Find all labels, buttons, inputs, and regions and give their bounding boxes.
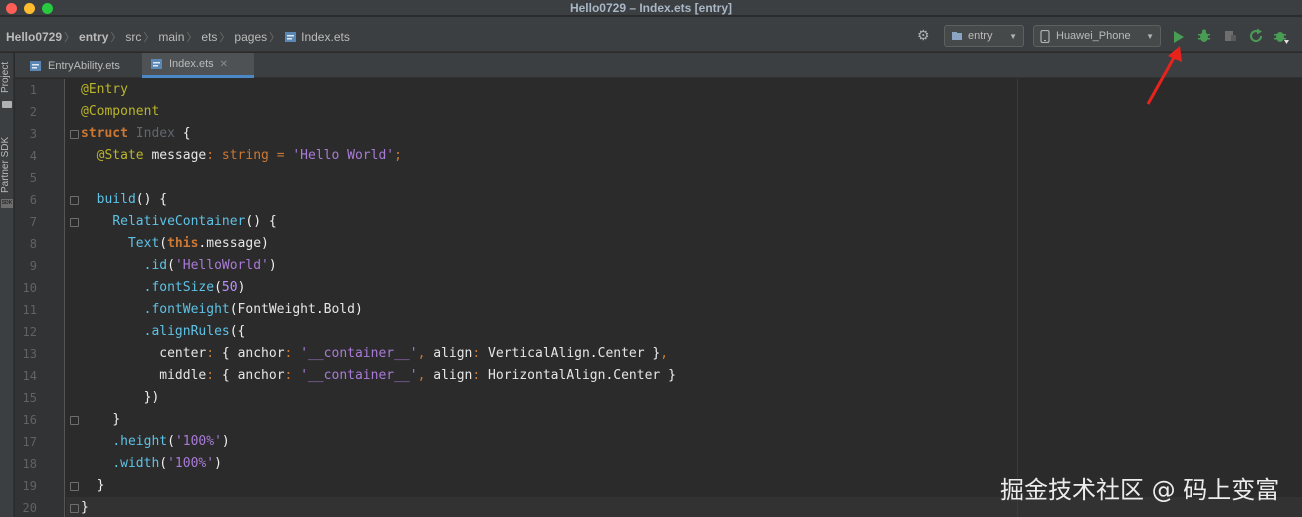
code-line: middle: { anchor: '__container__', align… (159, 368, 676, 383)
module-icon (952, 32, 962, 40)
fold-marker-icon[interactable] (70, 504, 79, 513)
editor-tab-bar: EntryAbility.ets Index.ets ✕ (15, 53, 1302, 78)
ets-file-icon (151, 59, 162, 69)
phone-icon (1040, 29, 1050, 43)
line-number: 15 (22, 391, 37, 405)
chevron-right-icon: 〉 (143, 32, 155, 44)
line-number: 1 (29, 83, 37, 97)
project-tool-button[interactable]: Project (0, 62, 11, 93)
code-line: .fontWeight(FontWeight.Bold) (143, 302, 363, 317)
ets-file-icon (285, 32, 297, 42)
line-number-gutter (15, 79, 65, 517)
tab-label: EntryAbility.ets (48, 59, 120, 72)
tool-window-strip: Project Partner SDK SDK (0, 53, 14, 517)
code-line: struct Index { (81, 126, 191, 141)
watermark: 掘金技术社区 @ 码上变富 (1000, 476, 1280, 504)
title-bar: Hello0729 – Index.ets [entry] (0, 0, 1302, 16)
code-line: .width('100%') (112, 456, 222, 471)
profile-icon[interactable] (1222, 28, 1238, 44)
code-line: @Entry (81, 82, 128, 97)
code-line: } (112, 412, 121, 427)
code-line: .fontSize(50) (143, 280, 246, 295)
breadcrumb-project[interactable]: Hello0729 (6, 30, 62, 44)
tab-label: Index.ets (169, 58, 214, 70)
fold-marker-icon[interactable] (70, 482, 79, 491)
chevron-down-icon: ▼ (1009, 31, 1017, 41)
breadcrumb-main[interactable]: main (158, 30, 184, 44)
line-number: 19 (22, 479, 37, 493)
ets-file-icon (30, 60, 41, 71)
breadcrumb-ets[interactable]: ets (201, 30, 217, 44)
module-select[interactable]: entry ▼ (944, 25, 1024, 47)
line-number: 5 (29, 171, 37, 185)
chevron-right-icon: 〉 (64, 32, 76, 44)
breadcrumb-src[interactable]: src (125, 30, 141, 44)
fold-marker-icon[interactable] (70, 196, 79, 205)
line-number: 18 (22, 457, 37, 471)
line-number: 13 (22, 347, 37, 361)
navigation-bar: Hello0729 〉 entry 〉 src 〉 main 〉 ets 〉 pages 〉… (0, 17, 1302, 52)
line-number: 20 (22, 501, 37, 515)
code-line: @State message: string = 'Hello World'; (96, 148, 402, 163)
code-line: } (81, 500, 89, 515)
line-number: 16 (22, 413, 37, 427)
apply-changes-icon[interactable] (1248, 28, 1264, 44)
code-line: Text(this.message) (127, 236, 269, 251)
tab-entryability[interactable]: EntryAbility.ets (21, 53, 141, 78)
right-margin-guide (1017, 79, 1018, 517)
code-line: }) (143, 390, 160, 405)
code-line: .alignRules({ (143, 324, 246, 339)
attach-debugger-icon[interactable] (1273, 28, 1289, 44)
line-number: 12 (22, 325, 37, 339)
line-number: 3 (29, 127, 37, 141)
gear-icon[interactable]: ⚙ (917, 28, 931, 42)
close-icon[interactable]: ✕ (220, 59, 228, 70)
chevron-right-icon: 〉 (186, 32, 198, 44)
line-number: 11 (22, 303, 37, 317)
breadcrumb-file[interactable]: Index.ets (301, 30, 350, 44)
chevron-right-icon: 〉 (269, 32, 281, 44)
sdk-icon: SDK (1, 199, 13, 208)
line-number: 8 (29, 237, 37, 251)
code-line: center: { anchor: '__container__', align… (159, 346, 669, 361)
fold-marker-icon[interactable] (70, 130, 79, 139)
fold-marker-icon[interactable] (70, 218, 79, 227)
code-line: @Component (81, 104, 160, 119)
code-line: build() { (96, 192, 168, 207)
fold-marker-icon[interactable] (70, 416, 79, 425)
chevron-right-icon: 〉 (219, 32, 231, 44)
folder-icon (2, 101, 12, 108)
module-select-value: entry (968, 30, 993, 42)
line-number: 7 (29, 215, 37, 229)
device-select-value: Huawei_Phone (1056, 30, 1131, 42)
partner-sdk-tool-button[interactable]: Partner SDK (0, 137, 11, 193)
line-number: 14 (22, 369, 37, 383)
tab-index[interactable]: Index.ets ✕ (142, 53, 254, 78)
line-number: 6 (29, 193, 37, 207)
code-line: .height('100%') (112, 434, 230, 449)
code-line: RelativeContainer() { (112, 214, 277, 229)
line-number: 17 (22, 435, 37, 449)
code-line: } (96, 478, 105, 493)
breadcrumb: Hello0729 〉 entry 〉 src 〉 main 〉 ets 〉 pages 〉… (6, 29, 350, 45)
chevron-right-icon: 〉 (110, 32, 122, 44)
breadcrumb-module[interactable]: entry (79, 30, 108, 44)
debug-icon[interactable] (1196, 28, 1212, 44)
window-title: Hello0729 – Index.ets [entry] (569, 1, 733, 15)
line-number: 2 (29, 105, 37, 119)
run-icon[interactable] (1171, 29, 1187, 45)
chevron-down-icon: ▼ (1146, 31, 1154, 41)
line-number: 9 (29, 259, 37, 273)
annotation-arrow (1146, 46, 1182, 105)
code-line: .id('HelloWorld') (143, 258, 277, 273)
line-number: 4 (29, 149, 37, 163)
line-number: 10 (22, 281, 37, 295)
breadcrumb-pages[interactable]: pages (234, 30, 267, 44)
